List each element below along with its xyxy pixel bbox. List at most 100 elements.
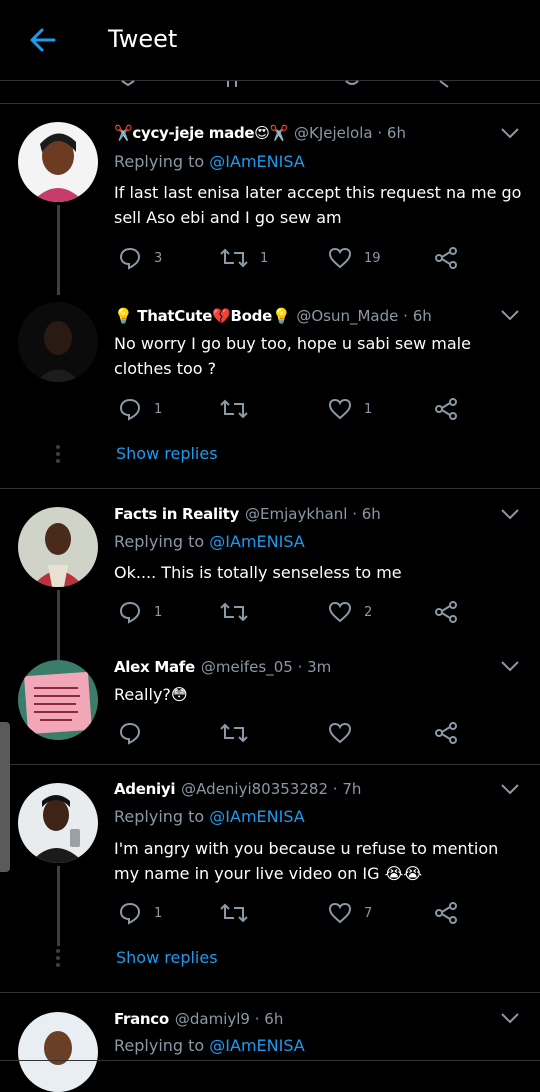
retweet-icon: [220, 723, 248, 743]
divider: [0, 764, 540, 765]
mention-link[interactable]: @IAmENISA: [209, 152, 304, 171]
retweet-button[interactable]: [220, 395, 260, 423]
like-button[interactable]: [328, 719, 364, 747]
share-icon: [435, 902, 457, 924]
share-button[interactable]: [434, 395, 458, 423]
display-name[interactable]: Adeniyi: [114, 780, 175, 798]
display-name[interactable]: 💡 ThatCute💔Bode💡: [114, 307, 291, 325]
page-title: Tweet: [108, 25, 178, 53]
share-button[interactable]: [434, 719, 458, 747]
timestamp: · 6h: [377, 124, 406, 142]
retweet-button[interactable]: [220, 598, 260, 626]
back-arrow-icon[interactable]: [28, 26, 58, 54]
chevron-down-icon[interactable]: [500, 660, 520, 672]
share-icon: [435, 601, 457, 623]
timestamp: · 3m: [297, 658, 332, 676]
action-bar: 1 1: [114, 395, 474, 423]
timestamp: · 7h: [332, 780, 362, 798]
handle[interactable]: @damiyl9: [175, 1010, 250, 1028]
handle[interactable]: @KJejelola: [294, 124, 373, 142]
show-replies-link[interactable]: Show replies: [116, 444, 218, 463]
timestamp: · 6h: [254, 1010, 284, 1028]
truncated-actions-icon: [121, 80, 449, 88]
retweet-button[interactable]: [220, 899, 260, 927]
reply-icon: [119, 247, 141, 270]
chevron-down-icon[interactable]: [500, 508, 520, 520]
share-icon: [435, 398, 457, 420]
share-button[interactable]: [434, 598, 458, 626]
tweet-header: 💡 ThatCute💔Bode💡 @Osun_Made · 6h: [114, 307, 432, 325]
chevron-down-icon[interactable]: [500, 127, 520, 139]
like-icon: [328, 601, 352, 623]
avatar[interactable]: [18, 122, 98, 202]
timestamp: · 6h: [352, 505, 381, 523]
reply-icon: [119, 601, 141, 624]
tweet-text: No worry I go buy too, hope u sabi sew m…: [114, 334, 471, 378]
replying-to: Replying to @IAmENISA: [114, 807, 305, 826]
thread-dots-icon: [56, 949, 60, 967]
avatar[interactable]: [18, 1012, 98, 1092]
handle[interactable]: @Osun_Made: [296, 307, 398, 325]
show-replies-link[interactable]: Show replies: [116, 948, 218, 967]
thread-line: [57, 205, 60, 295]
reply-icon: [119, 902, 141, 925]
thread-line: [57, 590, 60, 660]
share-button[interactable]: [434, 244, 458, 272]
replying-to: Replying to @IAmENISA: [114, 152, 305, 171]
tweet-header: Franco @damiyl9 · 6h: [114, 1010, 283, 1028]
share-button[interactable]: [434, 899, 458, 927]
previous-tweet-actions-stub: [0, 80, 540, 104]
avatar[interactable]: [18, 507, 98, 587]
like-icon: [328, 722, 352, 744]
thread-line: [57, 866, 60, 946]
chevron-down-icon[interactable]: [500, 309, 520, 321]
retweet-icon: [220, 248, 248, 268]
tweet-text: Ok.... This is totally senseless to me: [114, 563, 402, 582]
retweet-button[interactable]: 1: [220, 244, 268, 272]
action-bar: 1 2: [114, 598, 474, 626]
handle[interactable]: @Emjaykhanl: [245, 505, 347, 523]
chevron-down-icon[interactable]: [500, 1012, 520, 1024]
display-name[interactable]: Alex Mafe: [114, 658, 195, 676]
retweet-icon: [220, 399, 248, 419]
replying-to: Replying to @IAmENISA: [114, 532, 305, 551]
mention-link[interactable]: @IAmENISA: [209, 532, 304, 551]
display-name[interactable]: Franco: [114, 1010, 169, 1028]
divider: [0, 992, 540, 993]
reply-button[interactable]: 3: [118, 244, 162, 272]
share-icon: [435, 247, 457, 269]
handle[interactable]: @Adeniyi80353282: [181, 780, 328, 798]
tweet-header: Adeniyi @Adeniyi80353282 · 7h: [114, 780, 361, 798]
like-icon: [328, 247, 352, 269]
like-icon: [328, 398, 352, 420]
reply-button[interactable]: 1: [118, 899, 162, 927]
avatar[interactable]: [18, 302, 98, 382]
avatar[interactable]: [18, 660, 98, 740]
like-button[interactable]: 1: [328, 395, 372, 423]
retweet-icon: [220, 903, 248, 923]
retweet-icon: [220, 602, 248, 622]
display-name[interactable]: Facts in Reality: [114, 505, 239, 523]
tweet-text: Really?😳: [114, 685, 188, 704]
divider: [0, 488, 540, 489]
reply-button[interactable]: 1: [118, 395, 162, 423]
retweet-button[interactable]: [220, 719, 260, 747]
like-button[interactable]: 7: [328, 899, 372, 927]
like-button[interactable]: 2: [328, 598, 372, 626]
divider: [0, 1060, 540, 1061]
tweet-header: ✂️cycy-jeje made😍✂️ @KJejelola · 6h: [114, 124, 406, 142]
side-scroll-handle[interactable]: [0, 722, 10, 872]
reply-button[interactable]: 1: [118, 598, 162, 626]
like-button[interactable]: 19: [328, 244, 381, 272]
tweet-header: Facts in Reality @Emjaykhanl · 6h: [114, 505, 381, 523]
reply-icon: [119, 398, 141, 421]
tweet-header: Alex Mafe @meifes_05 · 3m: [114, 658, 331, 676]
like-icon: [328, 902, 352, 924]
display-name[interactable]: ✂️cycy-jeje made😍✂️: [114, 124, 288, 142]
reply-button[interactable]: [118, 719, 154, 747]
avatar[interactable]: [18, 783, 98, 863]
mention-link[interactable]: @IAmENISA: [209, 807, 304, 826]
chevron-down-icon[interactable]: [500, 783, 520, 795]
handle[interactable]: @meifes_05: [201, 658, 293, 676]
mention-link[interactable]: @IAmENISA: [209, 1036, 304, 1055]
